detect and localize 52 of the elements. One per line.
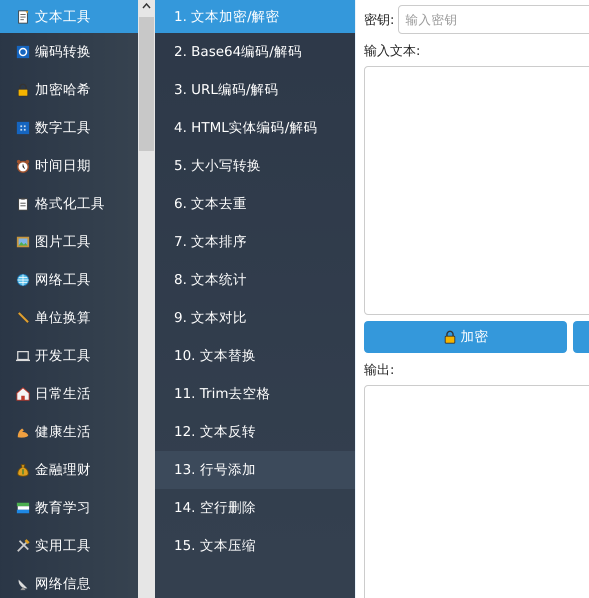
category-item[interactable]: 网络工具 [0,261,138,299]
key-field[interactable]: 输入密钥 [398,5,589,34]
house-icon [16,387,30,401]
tool-item[interactable]: 13. 行号添加 [155,451,355,489]
tool-item[interactable]: 8. 文本统计 [155,261,355,299]
category-item[interactable]: 编码转换 [0,33,138,71]
tool-item[interactable]: 2. Base64编码/解码 [155,33,355,71]
tool-item[interactable]: 7. 文本排序 [155,223,355,261]
category-item[interactable]: 数字工具 [0,109,138,147]
tool-item[interactable]: 4. HTML实体编码/解码 [155,109,355,147]
tool-item[interactable]: 15. 文本压缩 [155,527,355,565]
output-label: 输出: [364,362,396,379]
lock-icon [16,83,30,97]
category-item[interactable]: 时间日期 [0,147,138,185]
tool-item[interactable]: 3. URL编码/解码 [155,71,355,109]
globe-icon [16,273,30,287]
category-item[interactable]: 加密哈希 [0,71,138,109]
tool-item[interactable]: 12. 文本反转 [155,413,355,451]
alarm-clock-icon [16,159,30,173]
category-item[interactable]: 教育学习 [0,489,138,527]
satellite-dish-icon [16,577,30,591]
image-icon [16,235,30,249]
category-item[interactable]: 单位换算 [0,299,138,337]
tool-item[interactable]: 9. 文本对比 [155,299,355,337]
doc-icon [16,10,30,24]
lock-icon [442,330,456,344]
tool-item[interactable]: 6. 文本去重 [155,185,355,223]
key-label: 密钥: [364,12,394,28]
input-text-area[interactable] [364,66,589,315]
output-text-area[interactable] [364,385,589,598]
books-icon [16,501,30,515]
category-item[interactable]: 格式化工具 [0,185,138,223]
category-item[interactable]: 图片工具 [0,223,138,261]
category-item[interactable]: 开发工具 [0,337,138,375]
category-item[interactable]: 健康生活 [0,413,138,451]
input-text-label: 输入文本: [364,43,422,60]
clipboard-icon [16,197,30,211]
tool-item[interactable]: 5. 大小写转换 [155,147,355,185]
tool-item[interactable]: 10. 文本替换 [155,337,355,375]
grid-icon [16,121,30,135]
ruler-icon [16,311,30,325]
category-item[interactable]: 日常生活 [0,375,138,413]
category-item[interactable]: 网络信息 [0,565,138,598]
refresh-icon [16,45,30,59]
category-item[interactable]: 实用工具 [0,527,138,565]
money-bag-icon [16,463,30,477]
tools-icon [16,539,30,553]
laptop-icon [16,349,30,363]
tool-item[interactable]: 11. Trim去空格 [155,375,355,413]
tool-item[interactable]: 14. 空行删除 [155,489,355,527]
category-item[interactable]: 金融理财 [0,451,138,489]
scrollbar-thumb[interactable] [139,17,154,151]
